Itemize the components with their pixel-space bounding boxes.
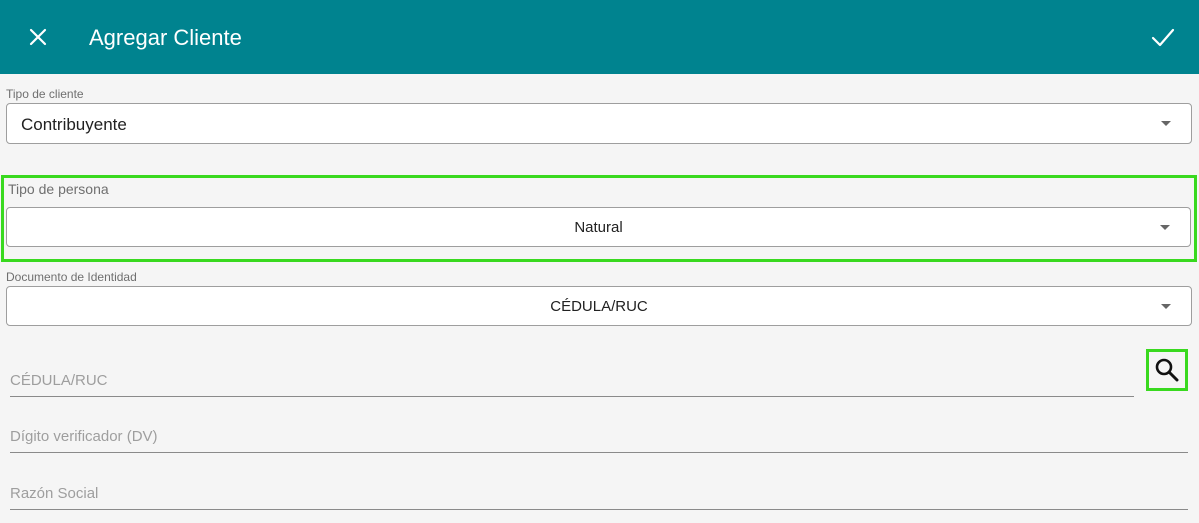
tipo-persona-value: Natural [574, 219, 623, 236]
tipo-persona-select[interactable]: Natural [6, 207, 1191, 247]
check-icon[interactable] [1150, 24, 1176, 50]
page-title: Agregar Cliente [89, 25, 242, 50]
tipo-cliente-select[interactable]: Contribuyente [6, 103, 1192, 144]
caret-down-icon [1161, 121, 1171, 126]
cedula-ruc-input[interactable]: CÉDULA/RUC [10, 366, 1134, 397]
razon-social-placeholder: Razón Social [10, 485, 99, 502]
documento-label: Documento de Identidad [6, 270, 137, 284]
tipo-cliente-value: Contribuyente [21, 115, 127, 134]
tipo-persona-label: Tipo de persona [8, 181, 109, 197]
search-button[interactable] [1146, 349, 1188, 391]
close-icon[interactable] [26, 25, 50, 49]
tipo-cliente-label: Tipo de cliente [6, 87, 84, 101]
app-bar: Agregar Cliente [0, 0, 1199, 74]
dv-input[interactable]: Dígito verificador (DV) [10, 422, 1188, 453]
search-icon [1155, 358, 1179, 382]
caret-down-icon [1161, 304, 1171, 309]
documento-value: CÉDULA/RUC [550, 298, 648, 315]
caret-down-icon [1160, 225, 1170, 230]
cedula-ruc-placeholder: CÉDULA/RUC [10, 372, 108, 389]
dv-placeholder: Dígito verificador (DV) [10, 428, 158, 445]
documento-select[interactable]: CÉDULA/RUC [6, 286, 1192, 326]
razon-social-input[interactable]: Razón Social [10, 479, 1188, 510]
